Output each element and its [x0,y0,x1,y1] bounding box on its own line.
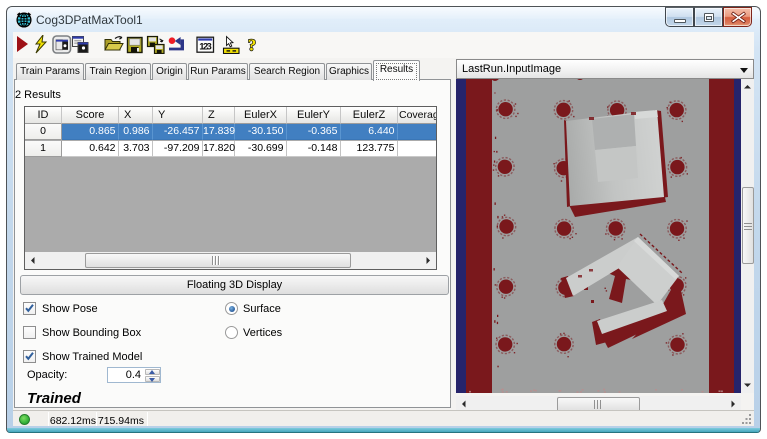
svg-text:?: ? [248,36,257,55]
svg-text:123: 123 [199,41,212,52]
